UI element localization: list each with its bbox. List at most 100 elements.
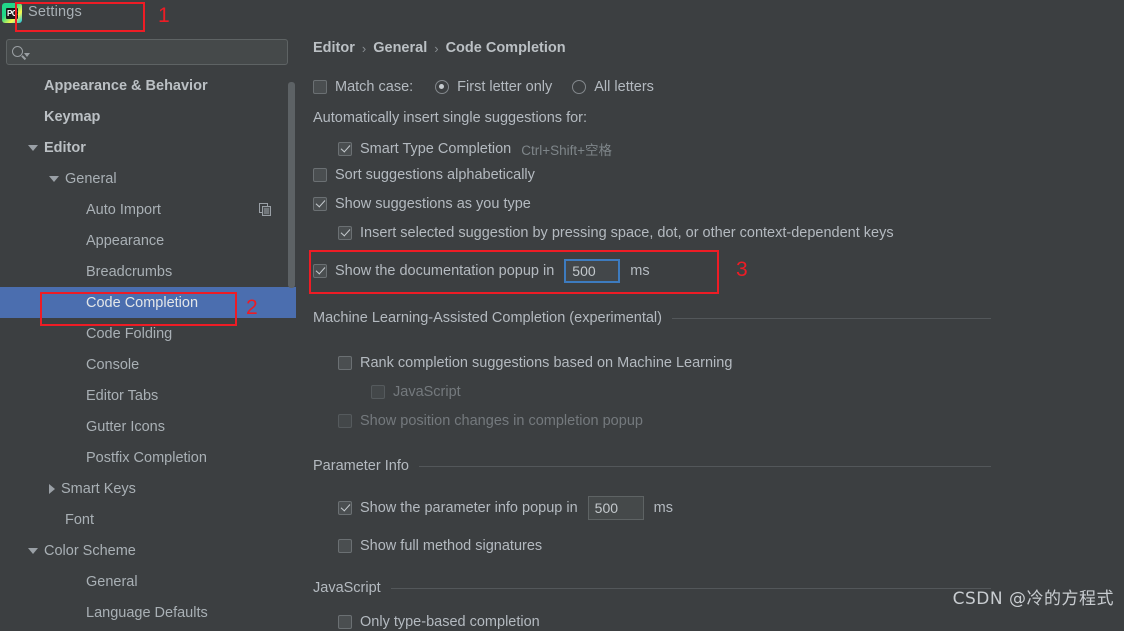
sidebar-item-keymap[interactable]: Keymap bbox=[0, 101, 296, 132]
breadcrumb-separator-icon: › bbox=[434, 40, 439, 56]
sidebar-item-editor-tabs[interactable]: Editor Tabs bbox=[0, 380, 296, 411]
annotation-number-2: 2 bbox=[246, 296, 258, 319]
ml-rank-label: Rank completion suggestions based on Mac… bbox=[360, 355, 733, 371]
radio-all-letters[interactable] bbox=[572, 80, 587, 94]
sidebar-item-color-scheme[interactable]: Color Scheme bbox=[0, 535, 296, 566]
sidebar-item-label: Breadcrumbs bbox=[86, 263, 173, 280]
auto-insert-header-label: Automatically insert single suggestions … bbox=[313, 110, 588, 126]
insert-selected-suggestion-checkbox[interactable] bbox=[338, 226, 352, 240]
insert-selected-suggestion-row: Insert selected suggestion by pressing s… bbox=[338, 225, 894, 241]
ml-section-title: Machine Learning-Assisted Completion (ex… bbox=[313, 310, 662, 326]
search-box[interactable] bbox=[6, 39, 288, 65]
match-case-label: Match case: bbox=[335, 79, 414, 95]
sidebar-item-label: Smart Keys bbox=[61, 480, 136, 497]
sort-alphabetically-checkbox[interactable] bbox=[313, 168, 327, 182]
breadcrumb-part-2: Code Completion bbox=[445, 40, 566, 56]
title-bar: PC Settings bbox=[0, 0, 300, 30]
sidebar-item-appearance-behavior[interactable]: Appearance & Behavior bbox=[0, 70, 296, 101]
javascript-section-header: JavaScript bbox=[313, 580, 991, 596]
annotation-number-1: 1 bbox=[158, 4, 170, 27]
sort-alphabetically-row: Sort suggestions alphabetically bbox=[313, 167, 535, 183]
breadcrumb: Editor › General › Code Completion bbox=[313, 40, 566, 56]
parameter-info-section-header: Parameter Info bbox=[313, 458, 991, 474]
sidebar-scrollbar[interactable] bbox=[288, 82, 295, 288]
smart-type-completion-row: Smart Type Completion Ctrl+Shift+空格 bbox=[338, 139, 612, 159]
doc-popup-checkbox[interactable] bbox=[313, 264, 327, 278]
type-based-completion-checkbox[interactable] bbox=[338, 615, 352, 629]
radio-first-letter-only-label: First letter only bbox=[457, 79, 553, 95]
sidebar-item-font[interactable]: Font bbox=[0, 504, 296, 535]
copy-settings-icon[interactable] bbox=[259, 203, 272, 216]
doc-popup-label: Show the documentation popup in bbox=[335, 263, 555, 279]
sidebar-item-label: Auto Import bbox=[86, 201, 161, 218]
watermark: CSDN @冷的方程式 bbox=[952, 589, 1114, 609]
radio-first-letter-only[interactable] bbox=[435, 80, 450, 94]
full-signatures-row: Show full method signatures bbox=[338, 538, 542, 554]
full-signatures-checkbox[interactable] bbox=[338, 539, 352, 553]
smart-type-completion-label: Smart Type Completion bbox=[360, 141, 512, 157]
type-based-completion-row: Only type-based completion bbox=[338, 614, 540, 630]
sidebar-item-auto-import[interactable]: Auto Import bbox=[0, 194, 296, 225]
sidebar-item-smart-keys[interactable]: Smart Keys bbox=[0, 473, 296, 504]
sidebar-item-label: Appearance & Behavior bbox=[44, 77, 208, 94]
sidebar-item-label: Font bbox=[65, 511, 95, 528]
param-popup-label: Show the parameter info popup in bbox=[360, 500, 578, 516]
sidebar-item-label: Console bbox=[86, 356, 140, 373]
sidebar-item-appearance[interactable]: Appearance bbox=[0, 225, 296, 256]
app-icon-label: PC bbox=[5, 7, 19, 19]
type-based-completion-label: Only type-based completion bbox=[360, 614, 540, 630]
sidebar-item-label: Editor bbox=[44, 139, 86, 156]
auto-insert-header: Automatically insert single suggestions … bbox=[313, 110, 587, 126]
radio-all-letters-label: All letters bbox=[594, 79, 654, 95]
sidebar-item-label: General bbox=[86, 573, 138, 590]
ml-javascript-row: JavaScript bbox=[371, 384, 461, 400]
pycharm-icon: PC bbox=[2, 3, 22, 23]
chevron-right-icon[interactable] bbox=[49, 483, 55, 494]
search-input[interactable] bbox=[33, 41, 287, 63]
sidebar-item-label: Gutter Icons bbox=[86, 418, 165, 435]
search-icon[interactable] bbox=[7, 40, 33, 64]
show-suggestions-row: Show suggestions as you type bbox=[313, 196, 531, 212]
ml-position-changes-checkbox[interactable] bbox=[338, 414, 352, 428]
full-signatures-label: Show full method signatures bbox=[360, 538, 543, 554]
doc-popup-delay-input[interactable] bbox=[564, 259, 621, 283]
smart-type-completion-checkbox[interactable] bbox=[338, 142, 352, 156]
parameter-info-section-title: Parameter Info bbox=[313, 458, 409, 474]
param-popup-row: Show the parameter info popup in ms bbox=[338, 496, 673, 520]
match-case-row: Match case: First letter only All letter… bbox=[313, 79, 654, 95]
param-popup-delay-input[interactable] bbox=[587, 496, 644, 520]
ml-javascript-checkbox[interactable] bbox=[371, 385, 385, 399]
sidebar-item-gutter-icons[interactable]: Gutter Icons bbox=[0, 411, 296, 442]
sidebar-item-language-defaults[interactable]: Language Defaults bbox=[0, 597, 296, 628]
ml-rank-checkbox[interactable] bbox=[338, 356, 352, 370]
show-suggestions-label: Show suggestions as you type bbox=[335, 196, 531, 212]
sidebar-item-label: Language Defaults bbox=[86, 604, 208, 621]
sidebar-item-general[interactable]: General bbox=[0, 163, 296, 194]
settings-tree[interactable]: Appearance & Behavior Keymap Editor General… bbox=[0, 70, 296, 631]
sidebar-item-general[interactable]: General bbox=[0, 566, 296, 597]
param-popup-checkbox[interactable] bbox=[338, 501, 352, 515]
ml-position-changes-row: Show position changes in completion popu… bbox=[338, 413, 643, 429]
chevron-down-icon[interactable] bbox=[28, 547, 38, 554]
sidebar-item-code-folding[interactable]: Code Folding bbox=[0, 318, 296, 349]
ml-javascript-label: JavaScript bbox=[393, 384, 461, 400]
doc-popup-row: Show the documentation popup in ms bbox=[313, 259, 650, 283]
breadcrumb-separator-icon: › bbox=[361, 40, 367, 56]
match-case-checkbox[interactable] bbox=[313, 80, 327, 94]
breadcrumb-part-0[interactable]: Editor bbox=[313, 40, 355, 56]
ml-position-changes-label: Show position changes in completion popu… bbox=[360, 413, 643, 429]
chevron-down-icon[interactable] bbox=[28, 144, 38, 151]
sidebar-item-breadcrumbs[interactable]: Breadcrumbs bbox=[0, 256, 296, 287]
breadcrumb-part-1[interactable]: General bbox=[373, 40, 427, 56]
javascript-section-title: JavaScript bbox=[313, 580, 381, 596]
doc-popup-unit: ms bbox=[630, 263, 650, 279]
sort-alphabetically-label: Sort suggestions alphabetically bbox=[335, 167, 535, 183]
ml-rank-row: Rank completion suggestions based on Mac… bbox=[338, 355, 732, 371]
show-suggestions-checkbox[interactable] bbox=[313, 197, 327, 211]
sidebar-item-console[interactable]: Console bbox=[0, 349, 296, 380]
sidebar-item-editor[interactable]: Editor bbox=[0, 132, 296, 163]
chevron-down-icon[interactable] bbox=[49, 175, 59, 182]
sidebar-item-postfix-completion[interactable]: Postfix Completion bbox=[0, 442, 296, 473]
smart-type-completion-shortcut: Ctrl+Shift+空格 bbox=[521, 143, 613, 158]
param-popup-unit: ms bbox=[653, 500, 673, 516]
